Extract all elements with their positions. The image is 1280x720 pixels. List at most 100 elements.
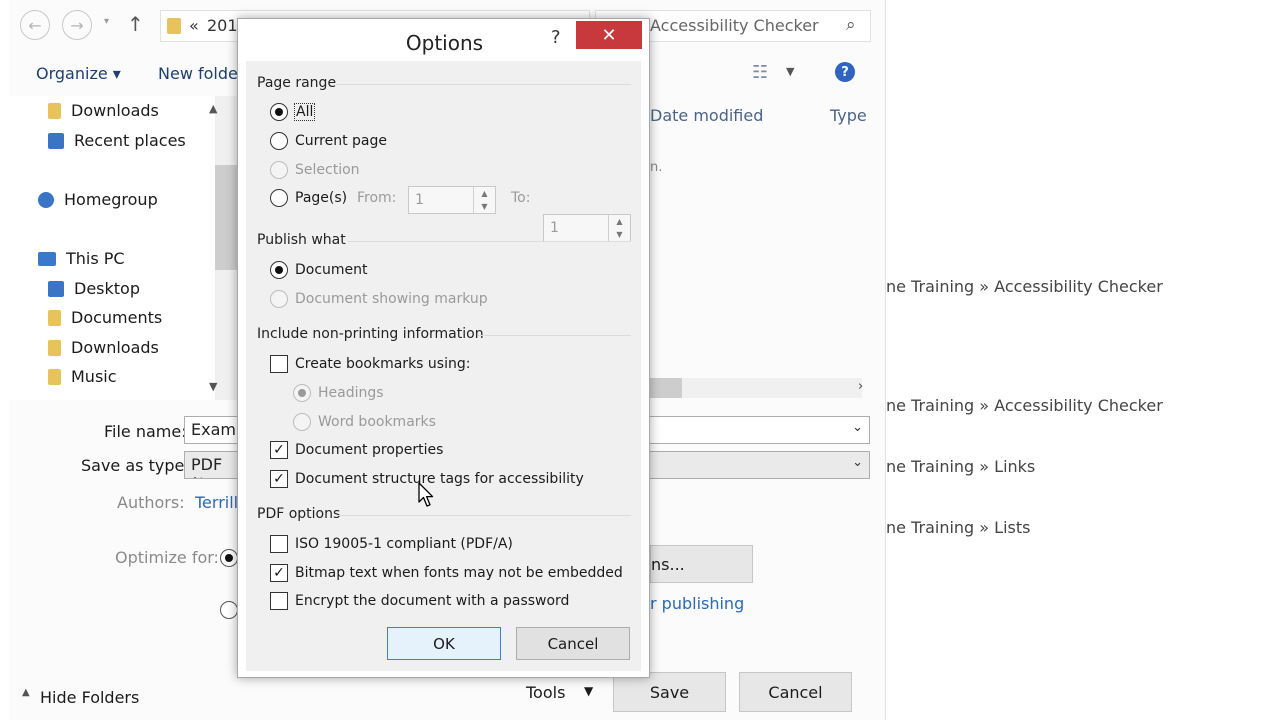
stepper-arrows[interactable]: ▲ ▼ bbox=[473, 187, 495, 213]
nav-item-recent-places[interactable]: Recent places bbox=[48, 131, 186, 150]
checkbox-label: Encrypt the document with a password bbox=[295, 593, 570, 609]
save-as-type-value: PDF (*. bbox=[191, 455, 223, 478]
nav-item-downloads-2[interactable]: Downloads bbox=[48, 338, 159, 357]
forward-button[interactable]: → bbox=[62, 10, 92, 40]
checkbox-label: Document structure tags for accessibilit… bbox=[295, 471, 584, 487]
nav-item-label: Homegroup bbox=[64, 190, 158, 209]
dialog-close-button[interactable]: ✕ bbox=[576, 21, 642, 49]
mouse-cursor-icon bbox=[418, 482, 434, 507]
page-range-selection-radio: Selection bbox=[270, 161, 360, 179]
chevron-down-icon[interactable]: ⌄ bbox=[852, 420, 863, 435]
publish-document-radio[interactable]: Document bbox=[270, 261, 368, 279]
recent-location-item[interactable]: ne Training » Links bbox=[886, 457, 1035, 476]
ok-button[interactable]: OK bbox=[387, 627, 501, 660]
organize-menu[interactable]: Organize ▾ bbox=[36, 64, 121, 83]
recent-location-item[interactable]: ne Training » Lists bbox=[886, 518, 1030, 537]
chevron-down-icon[interactable]: ⌄ bbox=[852, 455, 863, 470]
checkbox-label: Document properties bbox=[295, 442, 444, 458]
tools-chevron-icon[interactable]: ▼ bbox=[584, 684, 593, 698]
optimize-for-label: Optimize for: bbox=[115, 548, 219, 567]
view-chevron-icon[interactable]: ▼ bbox=[786, 65, 794, 78]
stepper-arrows[interactable]: ▲ ▼ bbox=[608, 215, 630, 241]
new-folder-button[interactable]: New folder bbox=[158, 64, 244, 83]
documents-icon bbox=[48, 309, 61, 326]
horizontal-scrollbar[interactable] bbox=[682, 378, 862, 398]
document-properties-checkbox[interactable]: ✓ Document properties bbox=[270, 441, 443, 459]
column-type[interactable]: Type bbox=[830, 106, 867, 125]
chevron-up-icon[interactable]: ▲ bbox=[616, 217, 622, 226]
to-label: To: bbox=[511, 190, 531, 206]
dialog-cancel-button[interactable]: Cancel bbox=[516, 627, 630, 660]
help-icon[interactable]: ? bbox=[835, 62, 855, 82]
page-range-all-radio[interactable]: All bbox=[270, 103, 316, 121]
optimize-minimum-radio[interactable] bbox=[220, 601, 238, 619]
save-as-type-select[interactable]: PDF (*. bbox=[184, 451, 244, 479]
nav-item-homegroup[interactable]: Homegroup bbox=[38, 190, 158, 209]
page-range-title: Page range bbox=[257, 75, 337, 91]
to-page-stepper[interactable]: 1 ▲ ▼ bbox=[543, 214, 631, 242]
nav-item-label: Downloads bbox=[71, 101, 159, 120]
column-date-modified[interactable]: Date modified bbox=[650, 106, 763, 125]
chevron-down-icon[interactable]: ▼ bbox=[481, 202, 487, 211]
radio-label: Word bookmarks bbox=[318, 414, 436, 430]
nav-item-downloads[interactable]: Downloads bbox=[48, 101, 159, 120]
bitmap-text-checkbox[interactable]: ✓ Bitmap text when fonts may not be embe… bbox=[270, 564, 623, 582]
back-arrow-icon: ← bbox=[28, 15, 42, 35]
search-icon[interactable]: ⌕ bbox=[846, 15, 856, 35]
nav-item-desktop[interactable]: Desktop bbox=[48, 279, 140, 298]
nav-item-this-pc[interactable]: This PC bbox=[38, 249, 125, 268]
optimize-standard-radio[interactable] bbox=[220, 549, 238, 567]
chevron-up-icon[interactable]: ▲ bbox=[481, 189, 487, 198]
recent-location-item[interactable]: ne Training » Accessibility Checker bbox=[886, 396, 1163, 415]
from-page-value: 1 bbox=[415, 192, 424, 208]
recent-locations-chevron-icon[interactable]: ▾ bbox=[104, 16, 109, 27]
publish-document-markup-radio: Document showing markup bbox=[270, 290, 488, 308]
view-options-icon[interactable]: ☷ bbox=[752, 62, 768, 83]
page-range-current-radio[interactable]: Current page bbox=[270, 132, 387, 150]
scroll-down-chevron-icon[interactable]: ▼ bbox=[209, 380, 217, 393]
file-name-input[interactable]: Examp bbox=[184, 416, 244, 444]
file-name-dropdown[interactable]: ⌄ bbox=[650, 416, 870, 444]
nav-item-music[interactable]: Music bbox=[48, 367, 117, 386]
scroll-up-chevron-icon[interactable]: ▲ bbox=[209, 102, 217, 115]
downloads-folder-icon bbox=[48, 339, 61, 356]
page-range-pages-radio[interactable]: Page(s) bbox=[270, 189, 347, 207]
save-button[interactable]: Save bbox=[613, 672, 726, 712]
tools-menu[interactable]: Tools bbox=[526, 683, 565, 702]
iso-compliant-checkbox[interactable]: ISO 19005-1 compliant (PDF/A) bbox=[270, 535, 513, 553]
cancel-button[interactable]: Cancel bbox=[739, 672, 852, 712]
create-bookmarks-checkbox[interactable]: Create bookmarks using: bbox=[270, 355, 470, 373]
save-as-type-dropdown[interactable]: ⌄ bbox=[650, 451, 870, 479]
nav-item-documents[interactable]: Documents bbox=[48, 308, 162, 327]
section-divider bbox=[336, 84, 631, 85]
checkmark-icon: ✓ bbox=[270, 564, 288, 582]
radio-indicator bbox=[270, 103, 288, 121]
encrypt-checkbox[interactable]: Encrypt the document with a password bbox=[270, 592, 569, 610]
checkmark-icon: ✓ bbox=[270, 470, 288, 488]
nav-item-label: Music bbox=[71, 367, 117, 386]
horizontal-scrollbar-thumb[interactable] bbox=[650, 378, 682, 398]
recent-location-item[interactable]: ne Training » Accessibility Checker bbox=[886, 277, 1163, 296]
radio-indicator bbox=[270, 132, 288, 150]
back-button[interactable]: ← bbox=[20, 10, 50, 40]
open-after-publishing-link[interactable]: r publishing bbox=[650, 594, 744, 613]
forward-arrow-icon: → bbox=[70, 15, 84, 35]
dialog-help-button[interactable]: ? bbox=[551, 27, 561, 48]
cancel-button-label: Cancel bbox=[547, 634, 599, 653]
checkbox-label: ISO 19005-1 compliant (PDF/A) bbox=[295, 536, 513, 552]
radio-label: Document bbox=[295, 262, 368, 278]
checkbox-label: Create bookmarks using: bbox=[295, 356, 471, 372]
desktop-icon bbox=[48, 280, 64, 297]
partial-row-text: n. bbox=[650, 160, 663, 175]
radio-label: Selection bbox=[295, 162, 360, 178]
up-arrow-icon[interactable]: ↑ bbox=[127, 12, 144, 36]
checkbox-label: Bitmap text when fonts may not be embedd… bbox=[295, 565, 623, 581]
scroll-right-chevron-icon[interactable]: › bbox=[858, 379, 863, 394]
from-page-stepper[interactable]: 1 ▲ ▼ bbox=[408, 186, 496, 214]
options-button[interactable]: ns... bbox=[650, 545, 753, 583]
nav-scrollbar-thumb[interactable] bbox=[215, 165, 237, 270]
authors-value[interactable]: Terrill bbox=[195, 493, 238, 512]
hide-folders-button[interactable]: Hide Folders bbox=[40, 688, 139, 707]
hide-folders-chevron-icon[interactable]: ▲ bbox=[22, 687, 30, 698]
chevron-down-icon[interactable]: ▼ bbox=[616, 230, 622, 239]
